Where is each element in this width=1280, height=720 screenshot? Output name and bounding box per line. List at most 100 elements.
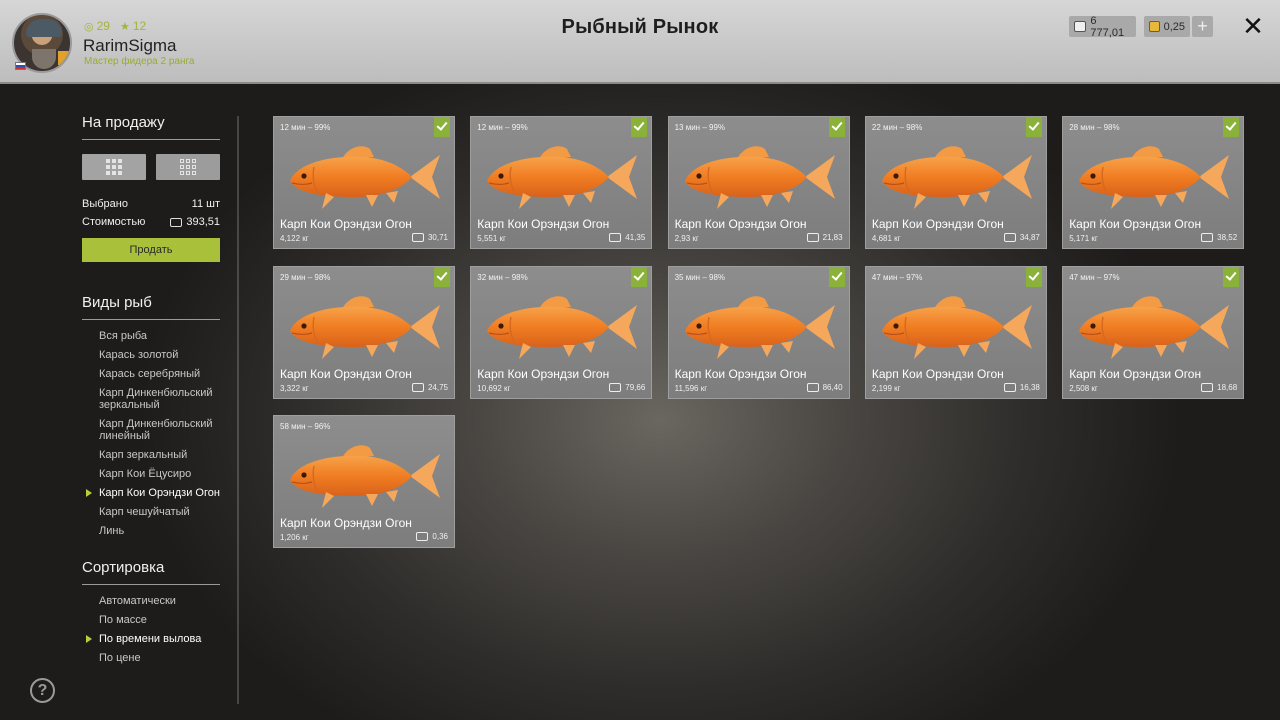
selected-check-icon[interactable] bbox=[1025, 266, 1042, 287]
selected-check-icon[interactable] bbox=[631, 117, 648, 137]
help-icon[interactable]: ? bbox=[30, 678, 55, 703]
species-item[interactable]: Карась серебряный bbox=[99, 368, 220, 380]
selected-check-icon[interactable] bbox=[828, 117, 845, 137]
silver-coin-icon bbox=[170, 217, 183, 227]
selected-check-icon[interactable] bbox=[631, 266, 648, 287]
koi-carp-icon bbox=[881, 146, 1032, 209]
silver-coin-icon bbox=[1003, 233, 1016, 242]
catch-time-quality: 58 мин – 96% bbox=[280, 422, 331, 431]
fish-card[interactable]: 28 мин – 98% Карп Кои Орэндзи Огон 5,171… bbox=[1062, 116, 1245, 249]
catch-time-quality: 22 мин – 98% bbox=[871, 123, 923, 132]
species-item[interactable]: Карп Динкенбюльский зеркальный bbox=[99, 387, 220, 411]
large-grid-icon bbox=[106, 159, 122, 175]
sort-item[interactable]: По цене bbox=[99, 652, 220, 664]
fish-card[interactable]: 58 мин – 96% Карп Кои Орэндзи Огон 1,206… bbox=[273, 415, 455, 548]
silver-coin-icon bbox=[609, 233, 622, 242]
fish-card[interactable]: 12 мин – 99% Карп Кои Орэндзи Огон 4,122… bbox=[273, 116, 455, 249]
fish-price: 79,66 bbox=[609, 382, 645, 392]
fish-price: 30,71 bbox=[411, 233, 448, 242]
fish-price: 0,36 bbox=[416, 532, 448, 541]
fish-price: 38,52 bbox=[1201, 233, 1237, 242]
close-icon[interactable]: ✕ bbox=[1240, 12, 1266, 40]
fish-image bbox=[479, 137, 641, 217]
catch-time-quality: 47 мин – 97% bbox=[1069, 272, 1120, 282]
species-item[interactable]: Карп Динкенбюльский линейный bbox=[99, 418, 220, 442]
fish-price: 18,68 bbox=[1201, 382, 1238, 392]
fish-card[interactable]: 47 мин – 97% Карп Кои Орэндзи Огон 2,508… bbox=[1062, 265, 1245, 399]
selected-check-icon[interactable] bbox=[828, 266, 845, 287]
fish-price-value: 21,83 bbox=[822, 233, 843, 242]
silver-coin-icon bbox=[806, 233, 819, 242]
species-item[interactable]: Карп чешуйчатый bbox=[99, 506, 220, 518]
catch-time-quality: 35 мин – 98% bbox=[674, 272, 726, 282]
fish-card[interactable]: 32 мин – 98% Карп Кои Орэндзи Огон 10,69… bbox=[470, 265, 653, 399]
fish-weight: 5,551 кг bbox=[477, 234, 506, 243]
large-grid-view-button[interactable] bbox=[82, 154, 146, 180]
silver-coin-icon bbox=[1003, 382, 1016, 392]
fish-card[interactable]: 12 мин – 99% Карп Кои Орэндзи Огон 5,551… bbox=[470, 116, 653, 249]
fish-weight: 2,93 кг bbox=[674, 234, 699, 243]
fish-weight: 2,199 кг bbox=[871, 383, 901, 393]
fish-card[interactable]: 35 мин – 98% Карп Кои Орэндзи Огон 11,59… bbox=[667, 265, 850, 399]
fish-price-value: 34,87 bbox=[1019, 233, 1040, 242]
fish-price-value: 18,68 bbox=[1217, 382, 1238, 392]
sidebar-divider bbox=[237, 116, 239, 704]
silver-coin-icon bbox=[411, 382, 424, 392]
selected-check-icon[interactable] bbox=[434, 117, 450, 137]
catch-time-quality: 29 мин – 98% bbox=[280, 272, 331, 282]
fish-weight: 1,206 кг bbox=[280, 533, 309, 542]
koi-carp-icon bbox=[487, 295, 638, 359]
sidebar: На продажу Выбрано 11 шт Стоимостью 393,… bbox=[82, 114, 220, 671]
sell-button[interactable]: Продать bbox=[82, 238, 220, 262]
player-rank: Мастер фидера 2 ранга bbox=[84, 56, 195, 67]
koi-carp-icon bbox=[487, 146, 638, 209]
fish-name: Карп Кои Орэндзи Огон bbox=[280, 366, 412, 381]
fish-price: 21,83 bbox=[806, 233, 843, 242]
selected-check-icon[interactable] bbox=[1223, 266, 1240, 287]
fish-card[interactable]: 47 мин – 97% Карп Кои Орэндзи Огон 2,199… bbox=[864, 265, 1047, 399]
species-section-title: Виды рыб bbox=[82, 294, 220, 320]
koi-carp-icon bbox=[881, 295, 1032, 359]
species-item[interactable]: Карп Кои Орэндзи Огон bbox=[86, 487, 220, 499]
species-item[interactable]: Линь bbox=[99, 525, 220, 537]
species-item[interactable]: Вся рыба bbox=[99, 330, 220, 342]
fish-price-value: 16,38 bbox=[1019, 382, 1040, 392]
fish-name: Карп Кои Орэндзи Огон bbox=[674, 366, 807, 381]
selected-value: 11 шт bbox=[191, 198, 220, 210]
selected-check-icon[interactable] bbox=[1025, 117, 1042, 137]
gold-balance: 0,25 bbox=[1144, 16, 1190, 37]
small-grid-view-button[interactable] bbox=[156, 154, 220, 180]
fish-name: Карп Кои Орэндзи Огон bbox=[1069, 366, 1202, 381]
koi-carp-icon bbox=[684, 146, 835, 209]
sort-item[interactable]: Автоматически bbox=[99, 595, 220, 607]
koi-carp-icon bbox=[290, 146, 440, 209]
koi-carp-icon bbox=[290, 445, 440, 508]
species-item[interactable]: Карп зеркальный bbox=[99, 449, 220, 461]
fish-price-value: 24,75 bbox=[427, 382, 448, 392]
fish-image bbox=[677, 287, 839, 367]
sort-item[interactable]: По массе bbox=[99, 614, 220, 626]
selected-check-icon[interactable] bbox=[1223, 117, 1240, 137]
silver-coin-icon bbox=[1074, 21, 1087, 32]
add-currency-button[interactable]: + bbox=[1192, 16, 1213, 37]
koi-carp-icon bbox=[1079, 295, 1230, 359]
species-item[interactable]: Карп Кои Ёцусиро bbox=[99, 468, 220, 480]
fish-image bbox=[479, 287, 641, 367]
selected-check-icon[interactable] bbox=[434, 266, 450, 287]
fish-price: 41,35 bbox=[609, 233, 645, 242]
silver-coin-icon bbox=[609, 382, 622, 392]
fish-card[interactable]: 29 мин – 98% Карп Кои Орэндзи Огон 3,322… bbox=[273, 265, 455, 399]
cost-value: 393,51 bbox=[186, 216, 220, 228]
gold-value: 0,25 bbox=[1163, 20, 1185, 33]
silver-value: 6 777,01 bbox=[1090, 14, 1125, 39]
fish-card[interactable]: 13 мин – 99% Карп Кои Орэндзи Огон 2,93 … bbox=[667, 116, 850, 249]
selected-label: Выбрано bbox=[82, 198, 128, 210]
view-toggle bbox=[82, 154, 220, 180]
fish-name: Карп Кои Орэндзи Огон bbox=[477, 217, 610, 231]
fish-card[interactable]: 22 мин – 98% Карп Кои Орэндзи Огон 4,681… bbox=[864, 116, 1047, 249]
sort-list: Автоматически По массе По времени вылова По… bbox=[82, 595, 220, 664]
species-list: Вся рыба Карась золотой Карась серебряный К… bbox=[82, 330, 220, 537]
sort-item[interactable]: По времени вылова bbox=[86, 633, 220, 645]
species-item[interactable]: Карась золотой bbox=[99, 349, 220, 361]
selected-row: Выбрано 11 шт bbox=[82, 198, 220, 210]
